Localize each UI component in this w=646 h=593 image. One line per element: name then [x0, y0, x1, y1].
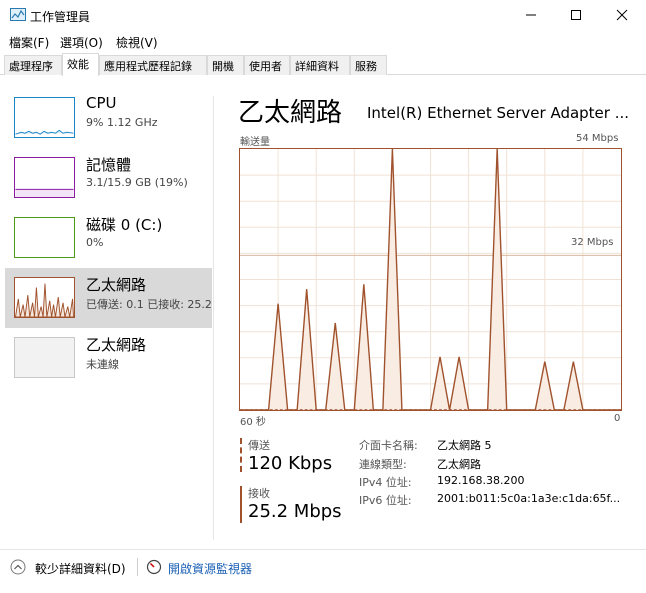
- send-label: 傳送: [248, 439, 270, 452]
- ipv6-value: 2001:b011:5c0a:1a3e:c1da:65f...: [437, 492, 621, 505]
- ipv6-key: IPv6 位址:: [359, 494, 412, 507]
- adapter-name-key: 介面卡名稱:: [359, 439, 418, 452]
- minimize-button[interactable]: [508, 0, 554, 30]
- open-resource-monitor-link[interactable]: 開啟資源監視器: [168, 560, 252, 577]
- send-value: 120 Kbps: [248, 453, 333, 474]
- send-indicator: [240, 438, 242, 472]
- chevron-up-icon[interactable]: [10, 559, 26, 575]
- memory-thumbnail: [14, 157, 75, 198]
- sidebar-item-memory[interactable]: 記憶體 3.1/15.9 GB (19%): [5, 148, 212, 208]
- sidebar-item-title: 乙太網路: [86, 336, 147, 354]
- menu-bar: 檔案(F) 選項(O) 檢視(V): [0, 30, 646, 52]
- footer-divider: [137, 558, 138, 576]
- connection-type-key: 連線類型:: [359, 458, 407, 471]
- chart-time-right: 0: [614, 413, 621, 424]
- receive-indicator: [240, 486, 242, 523]
- ethernet-thumbnail: [14, 277, 75, 318]
- menu-options[interactable]: 選項(O): [60, 34, 103, 51]
- tab-users[interactable]: 使用者: [244, 55, 290, 75]
- connection-type-value: 乙太網路: [437, 458, 481, 471]
- chart-mid-label: 32 Mbps: [571, 237, 614, 248]
- sidebar-item-subtitle: 已傳送: 0.1 已接收: 25.2: [86, 298, 212, 311]
- receive-value: 25.2 Mbps: [248, 501, 342, 522]
- sidebar-item-subtitle: 3.1/15.9 GB (19%): [86, 176, 188, 189]
- close-button[interactable]: [599, 0, 645, 30]
- tab-performance[interactable]: 效能: [62, 53, 99, 76]
- title-bar: 工作管理員: [0, 0, 646, 30]
- tab-app-history[interactable]: 應用程式歷程記錄: [99, 55, 207, 75]
- sidebar-item-subtitle: 9% 1.12 GHz: [86, 116, 158, 129]
- disk-thumbnail: [14, 217, 75, 258]
- footer: 較少詳細資料(D) 開啟資源監視器: [0, 549, 646, 587]
- menu-file[interactable]: 檔案(F): [9, 34, 49, 51]
- tab-services[interactable]: 服務: [350, 55, 387, 75]
- fewer-details-link[interactable]: 較少詳細資料(D): [35, 560, 126, 577]
- throughput-label: 輸送量: [240, 137, 270, 148]
- cpu-thumbnail: [14, 97, 75, 138]
- throughput-chart-svg: [240, 149, 621, 410]
- receive-label: 接收: [248, 487, 270, 500]
- menu-view[interactable]: 檢視(V): [116, 34, 158, 51]
- sidebar-item-title: 磁碟 0 (C:): [86, 216, 163, 234]
- sidebar-item-cpu[interactable]: CPU 9% 1.12 GHz: [5, 88, 212, 148]
- sidebar-item-title: 記憶體: [86, 156, 132, 174]
- sidebar-item-title: 乙太網路: [86, 276, 147, 294]
- maximize-button[interactable]: [553, 0, 599, 30]
- sidebar-item-title: CPU: [86, 94, 117, 112]
- resource-monitor-icon: [146, 559, 162, 575]
- resource-sidebar: CPU 9% 1.12 GHz 記憶體 3.1/15.9 GB (19%) 磁碟…: [0, 88, 212, 528]
- ipv4-value: 192.168.38.200: [437, 474, 525, 487]
- sidebar-divider: [213, 96, 214, 540]
- chart-max-label: 54 Mbps: [576, 133, 619, 144]
- task-manager-icon: [10, 8, 26, 22]
- tab-bar: 處理程序 效能 應用程式歷程記錄 開機 使用者 詳細資料 服務: [0, 53, 646, 76]
- sidebar-item-subtitle: 0%: [86, 236, 104, 249]
- adapter-name-value: 乙太網路 5: [437, 439, 492, 452]
- adapter-name: Intel(R) Ethernet Server Adapter ...: [367, 104, 630, 122]
- tab-details[interactable]: 詳細資料: [290, 55, 350, 75]
- page-title: 乙太網路: [238, 98, 343, 128]
- chart-time-left: 60 秒: [240, 417, 266, 428]
- sidebar-item-ethernet[interactable]: 乙太網路 已傳送: 0.1 已接收: 25.2: [5, 268, 212, 328]
- tab-processes[interactable]: 處理程序: [4, 55, 62, 75]
- sidebar-item-subtitle: 未連線: [86, 358, 119, 371]
- sidebar-item-disk[interactable]: 磁碟 0 (C:) 0%: [5, 208, 212, 268]
- window-title: 工作管理員: [30, 10, 91, 24]
- throughput-chart: [239, 148, 622, 411]
- sidebar-item-ethernet-2[interactable]: 乙太網路 未連線: [5, 328, 212, 388]
- ethernet-2-thumbnail: [14, 337, 75, 378]
- tab-startup[interactable]: 開機: [207, 55, 244, 75]
- ipv4-key: IPv4 位址:: [359, 476, 412, 489]
